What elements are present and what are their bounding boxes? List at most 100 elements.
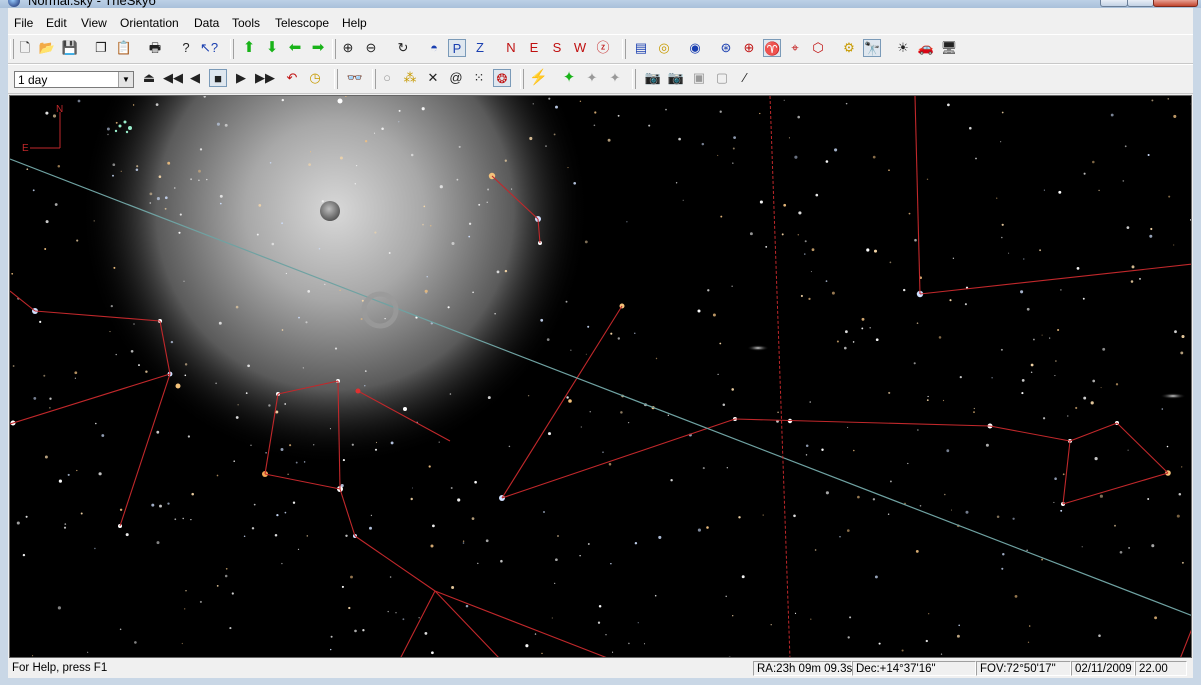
menu-telescope[interactable]: Telescope (275, 16, 329, 30)
menu-view[interactable]: View (81, 16, 107, 30)
chevron-down-icon[interactable]: ▼ (118, 72, 133, 87)
faint-star-251 (800, 294, 803, 298)
zoom-in-icon[interactable]: ⊕ (339, 39, 357, 57)
sky-canvas[interactable]: N E (10, 96, 1192, 658)
move-up-icon[interactable]: ⬆ (240, 39, 258, 57)
planet-marker[interactable] (355, 388, 361, 394)
fast-rewind-icon[interactable]: ◀◀ (163, 69, 183, 87)
sun-icon[interactable]: ☀ (894, 39, 912, 57)
west-icon[interactable]: W (571, 39, 589, 57)
menu-orientation[interactable]: Orientation (120, 16, 179, 30)
faint-star-5 (534, 633, 537, 635)
save-icon[interactable]: 💾 (61, 39, 79, 57)
image-frame-icon[interactable]: ▢ (713, 69, 731, 87)
faint-star-316 (243, 535, 246, 538)
pole-icon[interactable]: P (448, 39, 466, 57)
step-forward-icon[interactable]: ▶ (232, 69, 250, 87)
east-icon[interactable]: E (525, 39, 543, 57)
new-file-icon[interactable]: 🗋 (16, 39, 34, 57)
boundary-icon[interactable]: ⬡ (809, 39, 827, 57)
galaxy-object[interactable] (747, 345, 769, 351)
monitor-icon[interactable]: 🖥 (940, 39, 958, 57)
faint-star-322 (1020, 290, 1024, 294)
maximize-button[interactable] (1127, 0, 1154, 7)
time-step-select[interactable]: 1 day ▼ (14, 71, 134, 88)
faint-star-246 (145, 370, 148, 373)
camera-icon[interactable]: 📷 (644, 69, 662, 87)
clock-icon[interactable]: ◷ (306, 69, 324, 87)
constellation-icon[interactable]: ♈ (763, 39, 781, 57)
earth-view-icon[interactable]: ◉ (686, 39, 704, 57)
telescope-disconnect-icon[interactable]: ✦ (583, 69, 601, 87)
faint-star-75 (496, 270, 500, 274)
ellipse-icon[interactable]: ◎ (655, 39, 673, 57)
move-left-icon[interactable]: ⬅ (286, 39, 304, 57)
telescope-connect-icon[interactable]: ✦ (560, 69, 578, 87)
sky-chart[interactable]: N E (9, 95, 1192, 658)
print-icon[interactable]: 🖶 (146, 39, 164, 57)
eject-icon[interactable]: ⏏ (140, 69, 158, 87)
image-icon[interactable]: ▣ (690, 69, 708, 87)
context-help-icon[interactable]: ↖? (200, 39, 218, 57)
bright-star-26[interactable] (568, 399, 572, 403)
camera-disabled-icon[interactable]: 📷 (667, 69, 685, 87)
minimize-button[interactable] (1100, 0, 1128, 7)
move-down-icon[interactable]: ⬇ (263, 39, 281, 57)
menu-file[interactable]: File (14, 16, 33, 30)
filter-circle-icon[interactable]: ○ (378, 69, 396, 87)
zenith-circle-icon[interactable]: ⓩ (594, 39, 612, 57)
faint-star-230 (794, 155, 798, 159)
telescope-link-icon[interactable]: ⚙ (840, 39, 858, 57)
zenith-icon[interactable]: Z (471, 39, 489, 57)
faint-star-48 (159, 504, 162, 508)
app-icon[interactable] (8, 0, 20, 7)
object-info-icon[interactable]: ▤ (632, 39, 650, 57)
filter-cluster-icon[interactable]: ⁙ (470, 69, 488, 87)
telescope-park-icon[interactable]: ✦ (606, 69, 624, 87)
paste-icon[interactable]: 📋 (115, 39, 133, 57)
telescope-slew-icon[interactable]: ⚡ (529, 69, 548, 87)
filter-owl-icon[interactable]: ❂ (493, 69, 511, 87)
faint-star-97 (26, 168, 29, 171)
filter-stars-icon[interactable]: ⁂ (401, 69, 419, 87)
faint-star-86 (462, 540, 465, 542)
binoculars-icon[interactable]: 👓 (346, 69, 364, 87)
south-icon[interactable]: S (548, 39, 566, 57)
undo-arc-icon[interactable]: ↶ (283, 69, 301, 87)
menu-edit[interactable]: Edit (46, 16, 67, 30)
faint-star-66 (113, 266, 116, 269)
toolbar-grip[interactable] (10, 39, 14, 59)
faint-star-57 (888, 391, 891, 394)
wand-icon[interactable]: ⁄ (736, 69, 754, 87)
bright-star-22[interactable] (337, 98, 343, 104)
menu-help[interactable]: Help (342, 16, 367, 30)
filter-cross-icon[interactable]: ✕ (424, 69, 442, 87)
moon-icon[interactable] (320, 201, 340, 221)
help-icon[interactable]: ? (177, 39, 195, 57)
fast-forward-icon[interactable]: ▶▶ (255, 69, 275, 87)
open-folder-icon[interactable]: 📂 (38, 39, 56, 57)
stop-icon[interactable]: ■ (209, 69, 227, 87)
faint-star-400 (134, 641, 137, 644)
faint-star-201 (913, 362, 916, 365)
north-icon[interactable]: N (502, 39, 520, 57)
grid-icon[interactable]: ⊕ (740, 39, 758, 57)
menu-data[interactable]: Data (194, 16, 219, 30)
crosshair-icon[interactable]: ⌖ (786, 39, 804, 57)
faint-star-186 (178, 231, 181, 234)
step-back-icon[interactable]: ◀ (186, 69, 204, 87)
zoom-out-icon[interactable]: ⊖ (362, 39, 380, 57)
galaxy-object[interactable] (1160, 393, 1186, 399)
bright-star-25[interactable] (403, 407, 407, 411)
close-button[interactable] (1153, 0, 1198, 7)
telescope-find-icon[interactable]: 🔭 (863, 39, 881, 57)
globe-icon[interactable]: ⊛ (717, 39, 735, 57)
rotate-icon[interactable]: ↻ (394, 39, 412, 57)
filter-galaxy-icon[interactable]: @ (447, 69, 465, 87)
menu-tools[interactable]: Tools (232, 16, 260, 30)
copy-icon[interactable]: ❐ (92, 39, 110, 57)
horizon-icon[interactable]: ◓ (425, 39, 443, 57)
move-right-icon[interactable]: ➡ (309, 39, 327, 57)
bright-star-3[interactable] (175, 383, 181, 389)
car-icon[interactable]: 🚗 (917, 39, 935, 57)
